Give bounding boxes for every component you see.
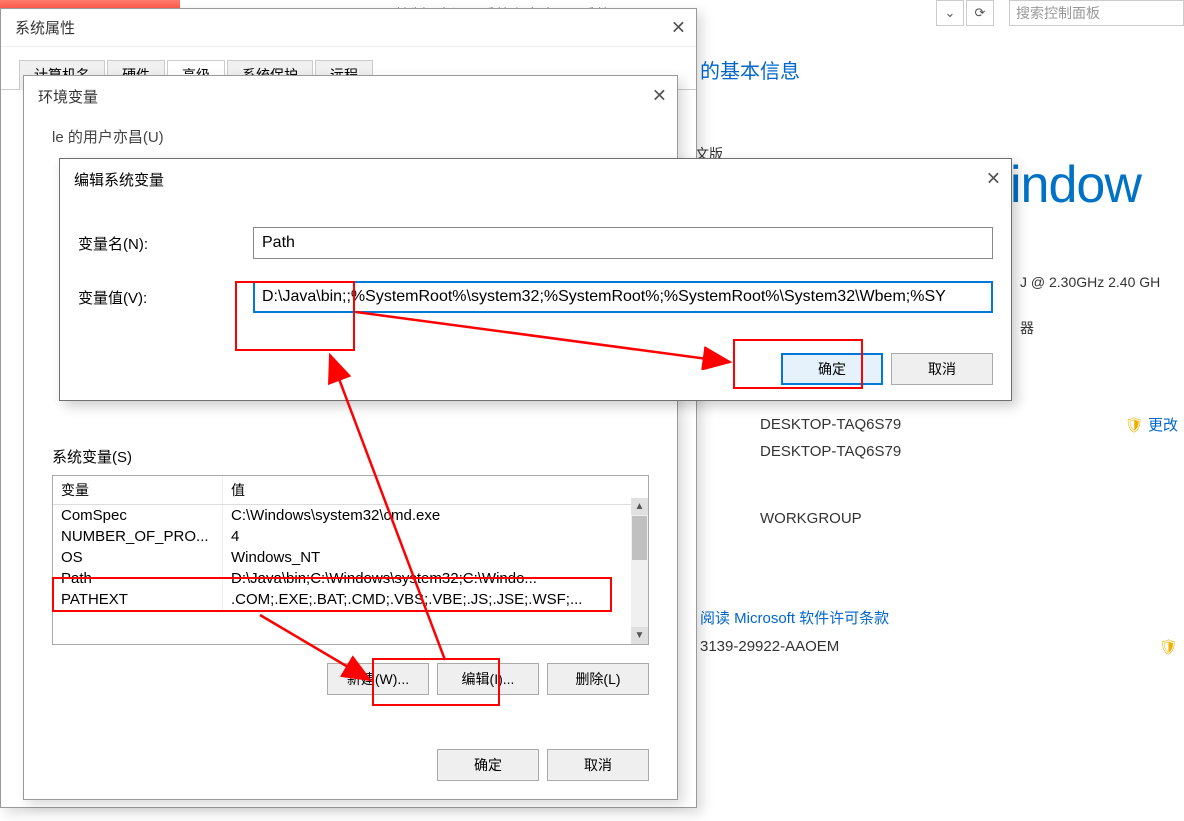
display-text: 器 xyxy=(1020,318,1184,338)
dropdown-button[interactable]: ⌄ xyxy=(936,0,964,26)
full-computer-name: DESKTOP-TAQ6S79 xyxy=(760,443,901,460)
windows-logo: indow xyxy=(1010,155,1141,215)
editvar-titlebar: 编辑系统变量 ✕ xyxy=(60,159,1011,199)
var-value: 4 xyxy=(223,526,648,547)
variable-value-label: 变量值(V): xyxy=(78,287,253,308)
cancel-button[interactable]: 取消 xyxy=(547,749,649,781)
var-name: ComSpec xyxy=(53,505,223,526)
var-value: .COM;.EXE;.BAT;.CMD;.VBS;.VBE;.JS;.JSE;.… xyxy=(223,589,648,610)
shield-icon: 🛡 xyxy=(1125,417,1144,434)
refresh-button[interactable]: ⟳ xyxy=(966,0,994,26)
workgroup-value: WORKGROUP xyxy=(760,510,862,527)
close-icon[interactable]: ✕ xyxy=(986,169,1001,190)
table-header: 变量 值 xyxy=(53,476,648,505)
var-name: NUMBER_OF_PRO... xyxy=(53,526,223,547)
system-vars-label: 系统变量(S) xyxy=(52,446,649,467)
scroll-down-icon[interactable]: ▼ xyxy=(631,627,648,644)
envvars-title: 环境变量 xyxy=(38,86,98,107)
table-row[interactable]: NUMBER_OF_PRO... 4 xyxy=(53,526,648,547)
col-value[interactable]: 值 xyxy=(223,476,648,504)
ok-button[interactable]: 确定 xyxy=(437,749,539,781)
table-row[interactable]: ComSpec C:\Windows\system32\cmd.exe xyxy=(53,505,648,526)
table-row[interactable]: OS Windows_NT xyxy=(53,547,648,568)
delete-sysvar-button[interactable]: 删除(L) xyxy=(547,663,649,695)
system-variables-section: 系统变量(S) 变量 值 ComSpec C:\Windows\system32… xyxy=(52,446,649,695)
scroll-up-icon[interactable]: ▲ xyxy=(631,498,648,515)
cpu-text: J @ 2.30GHz 2.40 GH xyxy=(1020,274,1184,290)
var-name: OS xyxy=(53,547,223,568)
edit-sysvar-button[interactable]: 编辑(I)... xyxy=(437,663,539,695)
col-variable[interactable]: 变量 xyxy=(53,476,223,504)
nav-buttons: ⌄ ⟳ xyxy=(936,0,994,26)
scrollbar[interactable]: ▲ ▼ xyxy=(631,498,648,644)
ok-button[interactable]: 确定 xyxy=(781,353,883,385)
scroll-thumb[interactable] xyxy=(632,516,647,560)
product-id: 3139-29922-AAOEM xyxy=(700,638,839,655)
computer-name-value: DESKTOP-TAQ6S79 xyxy=(760,416,901,433)
table-row[interactable]: Path D:\Java\bin;C:\Windows\system32;C:\… xyxy=(53,568,648,589)
close-icon[interactable]: ✕ xyxy=(671,17,686,38)
sysprops-title: 系统属性 xyxy=(15,17,75,38)
license-link[interactable]: 阅读 Microsoft 软件许可条款 xyxy=(700,607,889,628)
table-row[interactable]: PATHEXT .COM;.EXE;.BAT;.CMD;.VBS;.VBE;.J… xyxy=(53,589,648,610)
cancel-button[interactable]: 取消 xyxy=(891,353,993,385)
variable-name-label: 变量名(N): xyxy=(78,233,253,254)
var-name: PATHEXT xyxy=(53,589,223,610)
sysprops-titlebar: 系统属性 ✕ xyxy=(1,9,696,47)
edit-system-variable-dialog: 编辑系统变量 ✕ 变量名(N): 变量值(V): 确定 取消 xyxy=(59,158,1012,401)
var-value: C:\Windows\system32\cmd.exe xyxy=(223,505,648,526)
var-name: Path xyxy=(53,568,223,589)
new-sysvar-button[interactable]: 新建(W)... xyxy=(327,663,429,695)
variable-value-input[interactable] xyxy=(253,281,993,313)
editvar-title: 编辑系统变量 xyxy=(74,169,164,190)
search-input[interactable]: 搜索控制面板 xyxy=(1009,0,1184,26)
close-icon[interactable]: ✕ xyxy=(652,86,667,107)
section-title: 的基本信息 xyxy=(700,55,1184,84)
var-value: Windows_NT xyxy=(223,547,648,568)
system-vars-table[interactable]: 变量 值 ComSpec C:\Windows\system32\cmd.exe… xyxy=(52,475,649,645)
user-vars-label: le 的用户亦昌(U) xyxy=(24,116,677,151)
var-value: D:\Java\bin;C:\Windows\system32;C:\Windo… xyxy=(223,568,648,589)
change-link[interactable]: 更改 xyxy=(1148,417,1178,434)
envvars-titlebar: 环境变量 ✕ xyxy=(24,76,677,116)
variable-name-input[interactable] xyxy=(253,227,993,259)
shield-icon: 🛡 xyxy=(1159,638,1178,656)
